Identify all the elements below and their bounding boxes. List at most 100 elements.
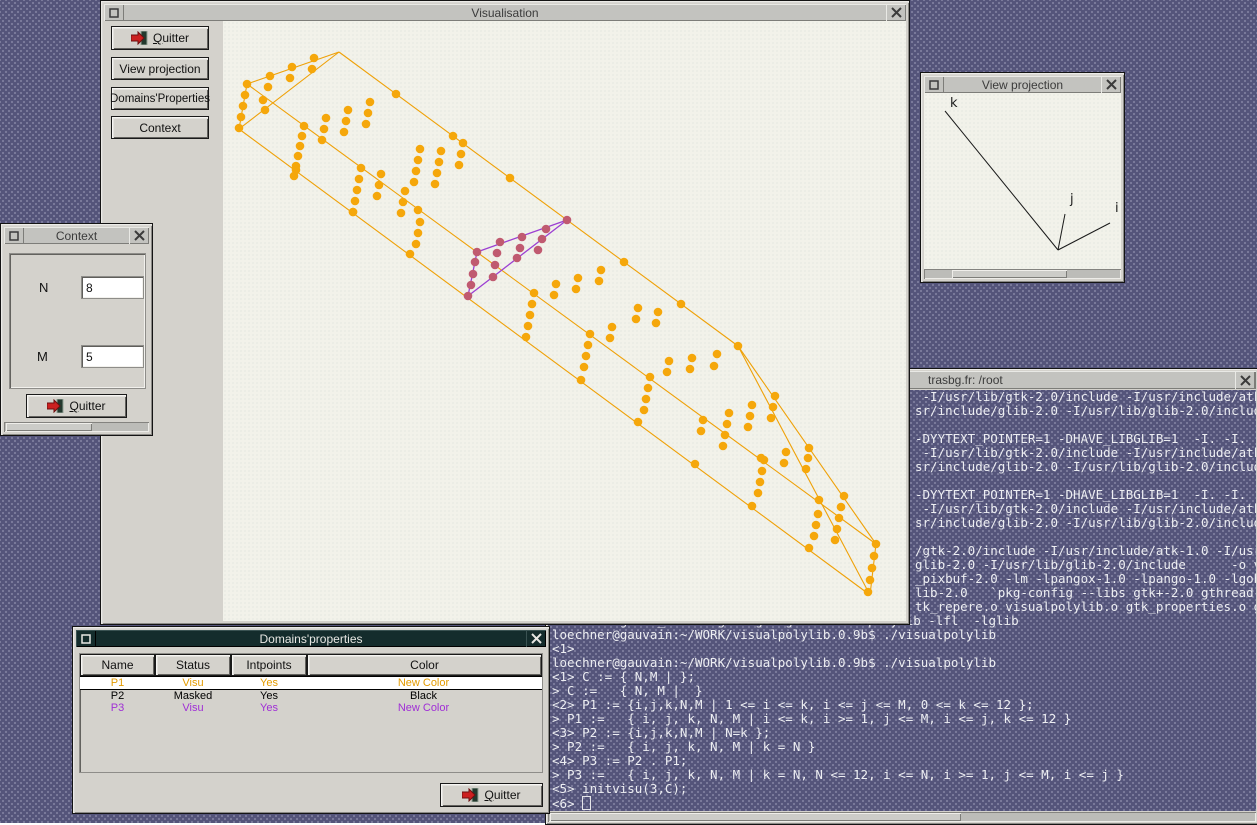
lattice-point [298,132,307,141]
lattice-point [320,125,329,134]
context-titlebar[interactable]: Context [4,227,149,244]
lattice-point [469,270,478,279]
lattice-point [595,277,604,286]
lattice-point [652,319,661,328]
quitter-button[interactable]: Quitter [111,26,209,50]
exit-icon [462,788,479,802]
table-cell: P3 [80,702,155,714]
context-button[interactable]: Context [111,116,209,139]
table-cell: Yes [231,677,307,689]
lattice-point [713,350,722,359]
lattice-point [308,65,317,74]
lattice-point [606,334,615,343]
lattice-point [340,128,349,137]
iconify-icon[interactable] [924,76,944,93]
column-header-status[interactable]: Status [155,654,231,676]
lattice-point [264,83,273,92]
quitter-button[interactable]: Quitter [440,783,543,807]
domains-titlebar[interactable]: Domains'properties [76,630,546,647]
m-field[interactable] [81,345,144,368]
iconify-icon[interactable] [4,227,24,244]
desktop: trasbg.fr: /root -I/usr/lib/gtk-2.0/incl… [0,0,1257,823]
quitter-button[interactable]: Quitter [26,394,127,418]
lattice-point [780,459,789,468]
column-header-color[interactable]: Color [307,654,542,676]
axes-canvas[interactable]: kji [924,93,1121,271]
lattice-point [723,420,732,429]
lattice-point [412,167,421,176]
polyhedron-canvas[interactable] [223,21,906,621]
lattice-point [493,249,502,258]
lattice-point [542,225,551,234]
iconify-icon[interactable] [76,630,96,647]
scrollbar-thumb[interactable] [6,423,92,431]
lattice-point [584,341,593,350]
lattice-point [634,304,643,313]
lattice-point [804,454,813,463]
view-projection-scrollbar[interactable] [924,269,1121,279]
lattice-point [771,392,780,401]
lattice-point [239,102,248,111]
exit-icon [47,399,64,413]
terminal-line: <2> P1 := {i,j,k,N,M | 1 <= i <= k, i <=… [548,698,1256,712]
lattice-point [530,289,539,298]
lattice-point [866,576,875,585]
close-icon[interactable] [129,227,149,244]
lattice-point [318,136,327,145]
lattice-point [414,156,423,165]
terminal-line: loechner@gauvain:~/WORK/visualpolylib.0.… [548,656,1256,670]
context-scrollbar[interactable] [4,422,149,432]
iconify-icon[interactable] [104,4,124,21]
domains-properties-button[interactable]: Domains'Properties [111,87,209,110]
lattice-point [758,467,767,476]
terminal-scrollbar-thumb[interactable] [550,813,961,821]
table-row[interactable]: P2MaskedYesBlack [80,690,542,702]
table-row[interactable]: P3VisuYesNew Color [80,702,542,714]
lattice-point [810,532,819,541]
column-header-name[interactable]: Name [80,654,155,676]
table-row[interactable]: P1VisuYesNew Color [80,676,542,690]
window-title: Visualisation [124,6,886,20]
lattice-point [435,158,444,167]
terminal-scrollbar[interactable] [548,812,1256,822]
scrollbar-thumb[interactable] [952,270,1067,278]
lattice-point [349,208,358,217]
close-icon[interactable] [1235,371,1255,389]
terminal-line: <1> [548,642,1256,656]
lattice-point [642,395,651,404]
column-header-intpoints[interactable]: Intpoints [231,654,307,676]
table-cell: Yes [231,702,307,714]
view-projection-titlebar[interactable]: View projection [924,76,1121,93]
context-window: Context N M Quitter [0,223,153,436]
view-projection-button[interactable]: View projection [111,57,209,80]
lattice-point [526,311,535,320]
close-icon[interactable] [1101,76,1121,93]
lattice-point [748,401,757,410]
lattice-point [748,502,757,511]
close-icon[interactable] [886,4,906,21]
window-title: View projection [944,78,1101,92]
lattice-point [699,416,708,425]
n-field[interactable] [81,276,144,299]
terminal-line: <5> initvisu(3,C); [548,782,1256,796]
lattice-point [414,229,423,238]
lattice-point [767,414,776,423]
lattice-point [491,261,500,270]
lattice-point [235,124,244,133]
lattice-point [237,113,246,122]
lattice-point [580,363,589,372]
lattice-point [754,489,763,498]
lattice-point [513,254,522,263]
terminal-title: trasbg.fr: /root [928,373,1003,387]
table-cell: Visu [155,702,231,714]
lattice-point [663,368,672,377]
lattice-point [506,174,515,183]
lattice-point [467,281,476,290]
lattice-point [620,258,629,267]
close-icon[interactable] [526,630,546,647]
domains-table-header: Name Status Intpoints Color [80,654,542,676]
lattice-point [586,330,595,339]
lattice-point [665,357,674,366]
visualisation-titlebar[interactable]: Visualisation [104,4,906,21]
lattice-point [522,333,531,342]
